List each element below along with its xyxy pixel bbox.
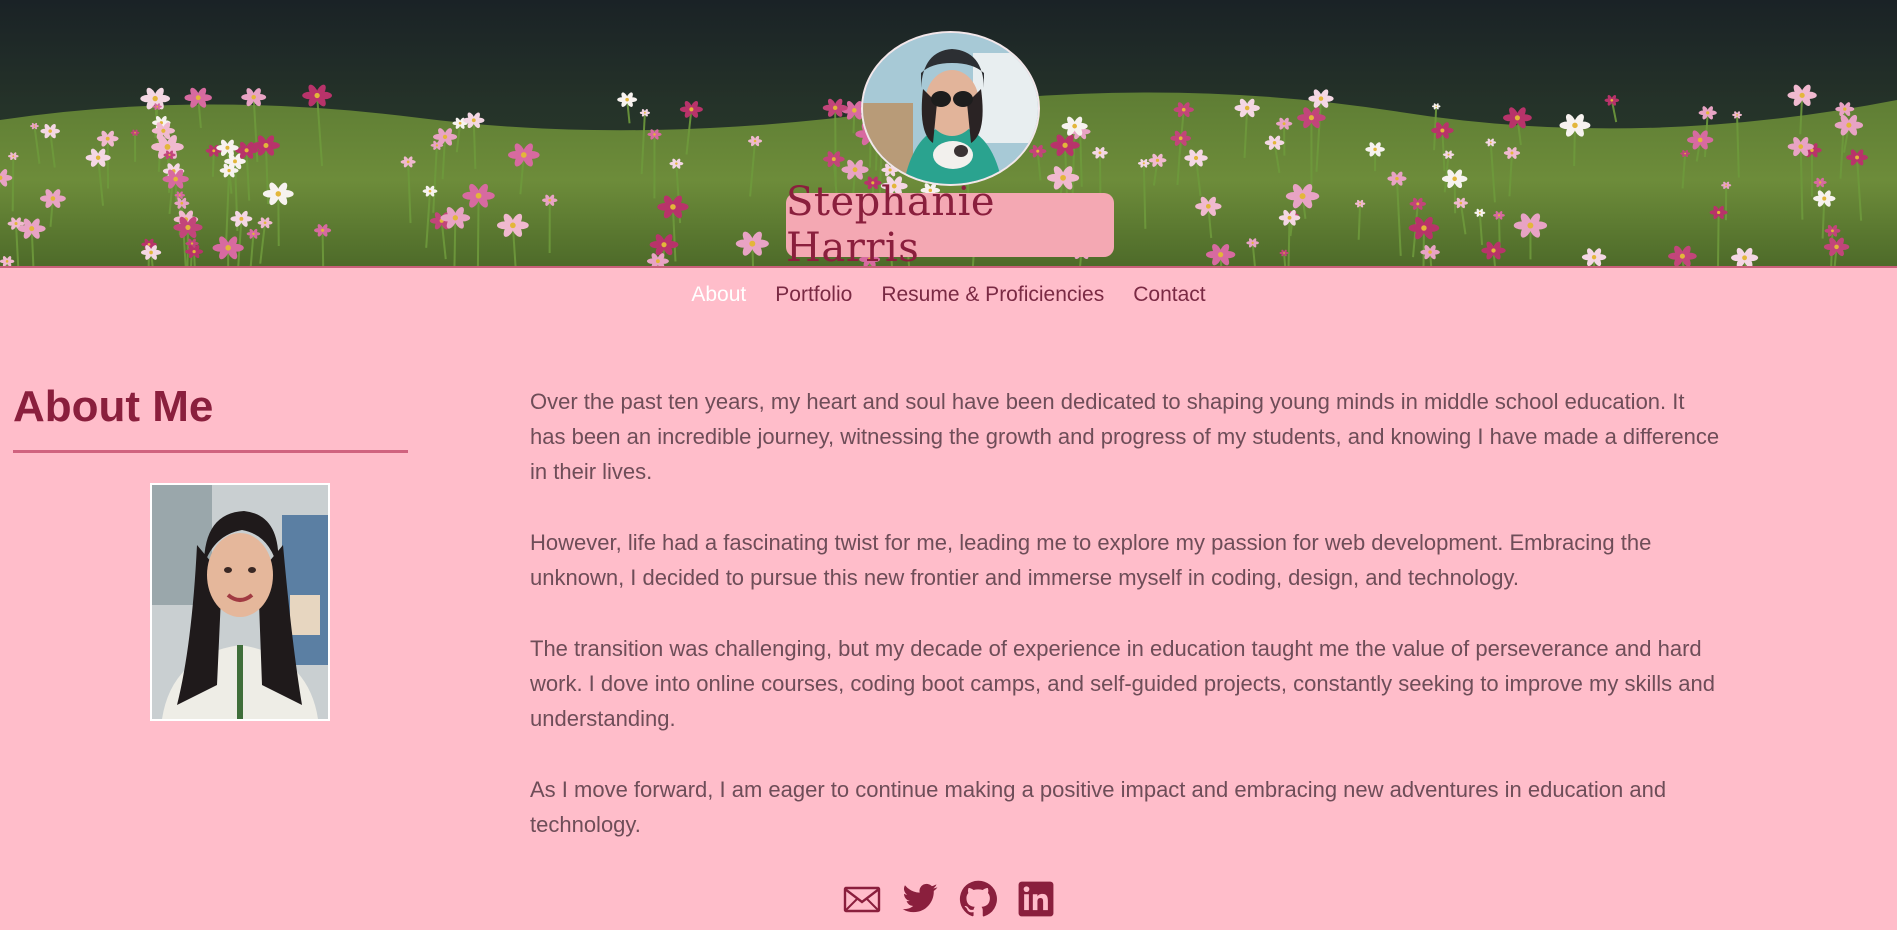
nav-item-about[interactable]: About — [691, 283, 746, 307]
main-nav: About Portfolio Resume & Proficiencies C… — [0, 272, 1897, 318]
twitter-icon[interactable] — [901, 880, 939, 918]
nav-item-contact[interactable]: Contact — [1133, 283, 1205, 307]
about-bio: Over the past ten years, my heart and so… — [530, 384, 1720, 878]
heading-divider — [13, 450, 408, 453]
header-avatar — [861, 31, 1040, 186]
bio-paragraph: However, life had a fascinating twist fo… — [530, 530, 1652, 590]
hero-banner: Stephanie Harris — [0, 0, 1897, 268]
bio-paragraph: Over the past ten years, my heart and so… — [530, 389, 1720, 484]
site-name: Stephanie Harris — [786, 179, 1114, 266]
mail-icon[interactable] — [843, 880, 881, 918]
bio-paragraph: As I move forward, I am eager to continu… — [530, 777, 1667, 837]
github-icon[interactable] — [959, 880, 997, 918]
bio-paragraph: The transition was challenging, but my d… — [530, 636, 1715, 731]
linkedin-icon[interactable] — [1017, 880, 1055, 918]
profile-photo — [150, 483, 330, 721]
nav-item-resume[interactable]: Resume & Proficiencies — [881, 283, 1104, 307]
about-heading: About Me — [13, 382, 214, 431]
nav-item-portfolio[interactable]: Portfolio — [775, 283, 852, 307]
social-links — [843, 879, 1055, 919]
